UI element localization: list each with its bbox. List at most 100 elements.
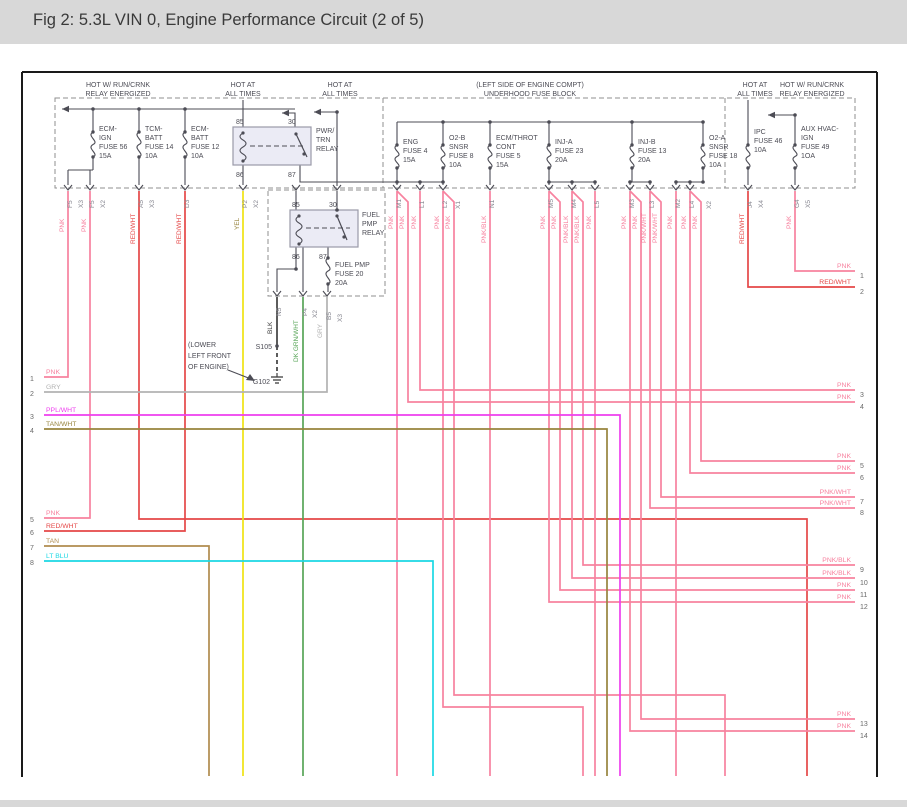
fuse-element xyxy=(629,144,635,169)
junction-dot xyxy=(275,344,279,348)
left-stub-label: GRY xyxy=(46,384,61,391)
wire-pnk-l4a xyxy=(689,191,855,474)
diagram-label: PNK xyxy=(621,215,628,229)
right-stub-number: 11 xyxy=(860,592,867,599)
annotation-pointer xyxy=(227,369,252,380)
diagram-label: N5 xyxy=(276,307,283,316)
diagram-label: 10A xyxy=(145,153,158,160)
diagram-label: BATT xyxy=(145,135,163,142)
right-stub-number: 1 xyxy=(860,273,864,280)
diagram-label: ALL TIMES xyxy=(322,91,358,98)
diagram-label: PNK/BLK xyxy=(574,215,581,243)
diagram-label: PNK/BLK xyxy=(481,215,488,243)
feed-arrow-icon xyxy=(314,108,321,116)
fuse-terminal xyxy=(746,166,750,170)
diagram-label: S105 xyxy=(256,344,272,351)
wire-pnk-l2b xyxy=(442,190,726,776)
diagram-label: PMP xyxy=(362,221,378,228)
diagram-label: X4 xyxy=(758,200,765,208)
diagram-label: X1 xyxy=(455,201,462,209)
wire-ltblu xyxy=(44,560,434,776)
right-stub-label: PNK/WHT xyxy=(820,500,851,507)
diagram-label: M2 xyxy=(675,199,682,208)
right-stub-label: PNK/BLK xyxy=(822,557,851,564)
fuse-terminal xyxy=(441,143,445,147)
junction-dot xyxy=(418,180,422,184)
fuse-terminal xyxy=(395,166,399,170)
junction-dot xyxy=(137,107,141,111)
diagram-label: PNK/BLK xyxy=(563,215,570,243)
diagram-label: X3 xyxy=(78,200,85,208)
junction-dot xyxy=(395,180,399,184)
fuse-element xyxy=(700,144,706,169)
wire-o2a-out xyxy=(676,168,704,183)
diagram-label: 10A xyxy=(191,153,204,160)
fuse-element xyxy=(440,144,446,169)
right-stub-number: 6 xyxy=(860,475,864,482)
wire-pplwht xyxy=(44,414,621,776)
left-stub-number: 7 xyxy=(30,545,34,552)
diagram-label: N1 xyxy=(489,199,496,208)
diagram-label: FUSE 49 xyxy=(801,144,830,151)
diagram-label: 15A xyxy=(496,162,509,169)
wire-pwr87-leg xyxy=(299,165,443,183)
diagram-label: 86 xyxy=(292,254,300,261)
junction-dot xyxy=(294,267,298,271)
fuse-terminal xyxy=(488,143,492,147)
wiring-diagram-canvas: HOT W/ RUN/CRNK RELAY ENERGIZED HOT AT ALL … xyxy=(0,44,907,807)
dashed-enclosure xyxy=(54,97,856,189)
right-stub-number: 4 xyxy=(860,404,864,411)
diagram-label: PNK/WHT xyxy=(652,213,659,243)
wire-pnkblk-m4a xyxy=(571,191,855,579)
diagram-label: PNK xyxy=(586,215,593,229)
diagram-label: L3 xyxy=(649,200,656,208)
diagram-label: FUSE 5 xyxy=(496,153,521,160)
diagram-label: L5 xyxy=(594,200,601,208)
bottom-strip xyxy=(0,800,907,807)
junction-dot xyxy=(630,120,634,124)
wire-pnk-g4 xyxy=(794,191,855,272)
diagram-label: L4 xyxy=(689,200,696,208)
diagram-label: HOT W/ RUN/CRNK xyxy=(780,82,844,89)
diagram-label: P2 xyxy=(242,200,249,208)
diagram-label: ECM- xyxy=(99,126,118,133)
diagram-label: RELAY ENERGIZED xyxy=(779,91,844,98)
diagram-label: IGN xyxy=(801,135,813,142)
left-stub-label: LT BLU xyxy=(46,553,69,560)
fuse-terminal xyxy=(395,143,399,147)
fuse-element xyxy=(546,144,552,169)
left-stub-number: 5 xyxy=(30,517,34,524)
diagram-label: M3 xyxy=(629,199,636,208)
right-stub-label: PNK xyxy=(837,382,851,389)
diagram-label: X2 xyxy=(706,201,713,209)
diagram-label: M5 xyxy=(548,199,555,208)
wire-redwht-a5 xyxy=(138,191,808,776)
diagram-label: FUEL PMP xyxy=(335,262,370,269)
diagram-label: PNK xyxy=(434,215,441,229)
fuse-terminal xyxy=(630,166,634,170)
diagram-label: 10A xyxy=(754,147,767,154)
diagram-label: PNK xyxy=(399,215,406,229)
diagram-label: 20A xyxy=(335,280,348,287)
figure-title: Fig 2: 5.3L VIN 0, Engine Performance Ci… xyxy=(33,11,424,29)
fuse-terminal xyxy=(183,130,187,134)
feed-arrow-icon xyxy=(768,111,775,119)
left-stub-label: PNK xyxy=(46,510,60,517)
fuse-terminal xyxy=(630,143,634,147)
diagram-label: LEFT FRONT xyxy=(188,353,232,360)
right-stub-number: 10 xyxy=(860,580,868,587)
right-stub-label: PNK xyxy=(837,594,851,601)
diagram-label: (LOWER xyxy=(188,342,216,349)
junction-dot xyxy=(701,180,705,184)
diagram-label: TCM- xyxy=(145,126,163,133)
diagram-label: PNK xyxy=(551,215,558,229)
right-stub-label: PNK/WHT xyxy=(820,489,851,496)
diagram-label: INJ-A xyxy=(555,139,573,146)
junction-dot xyxy=(648,180,652,184)
diagram-label: 85 xyxy=(292,202,300,209)
right-stub-label: PNK xyxy=(837,582,851,589)
right-stub-label: PNK xyxy=(837,394,851,401)
diagram-label: HOT AT xyxy=(743,82,768,89)
fuel-pmp-relay xyxy=(289,209,359,248)
right-stub-label: PNK xyxy=(837,453,851,460)
